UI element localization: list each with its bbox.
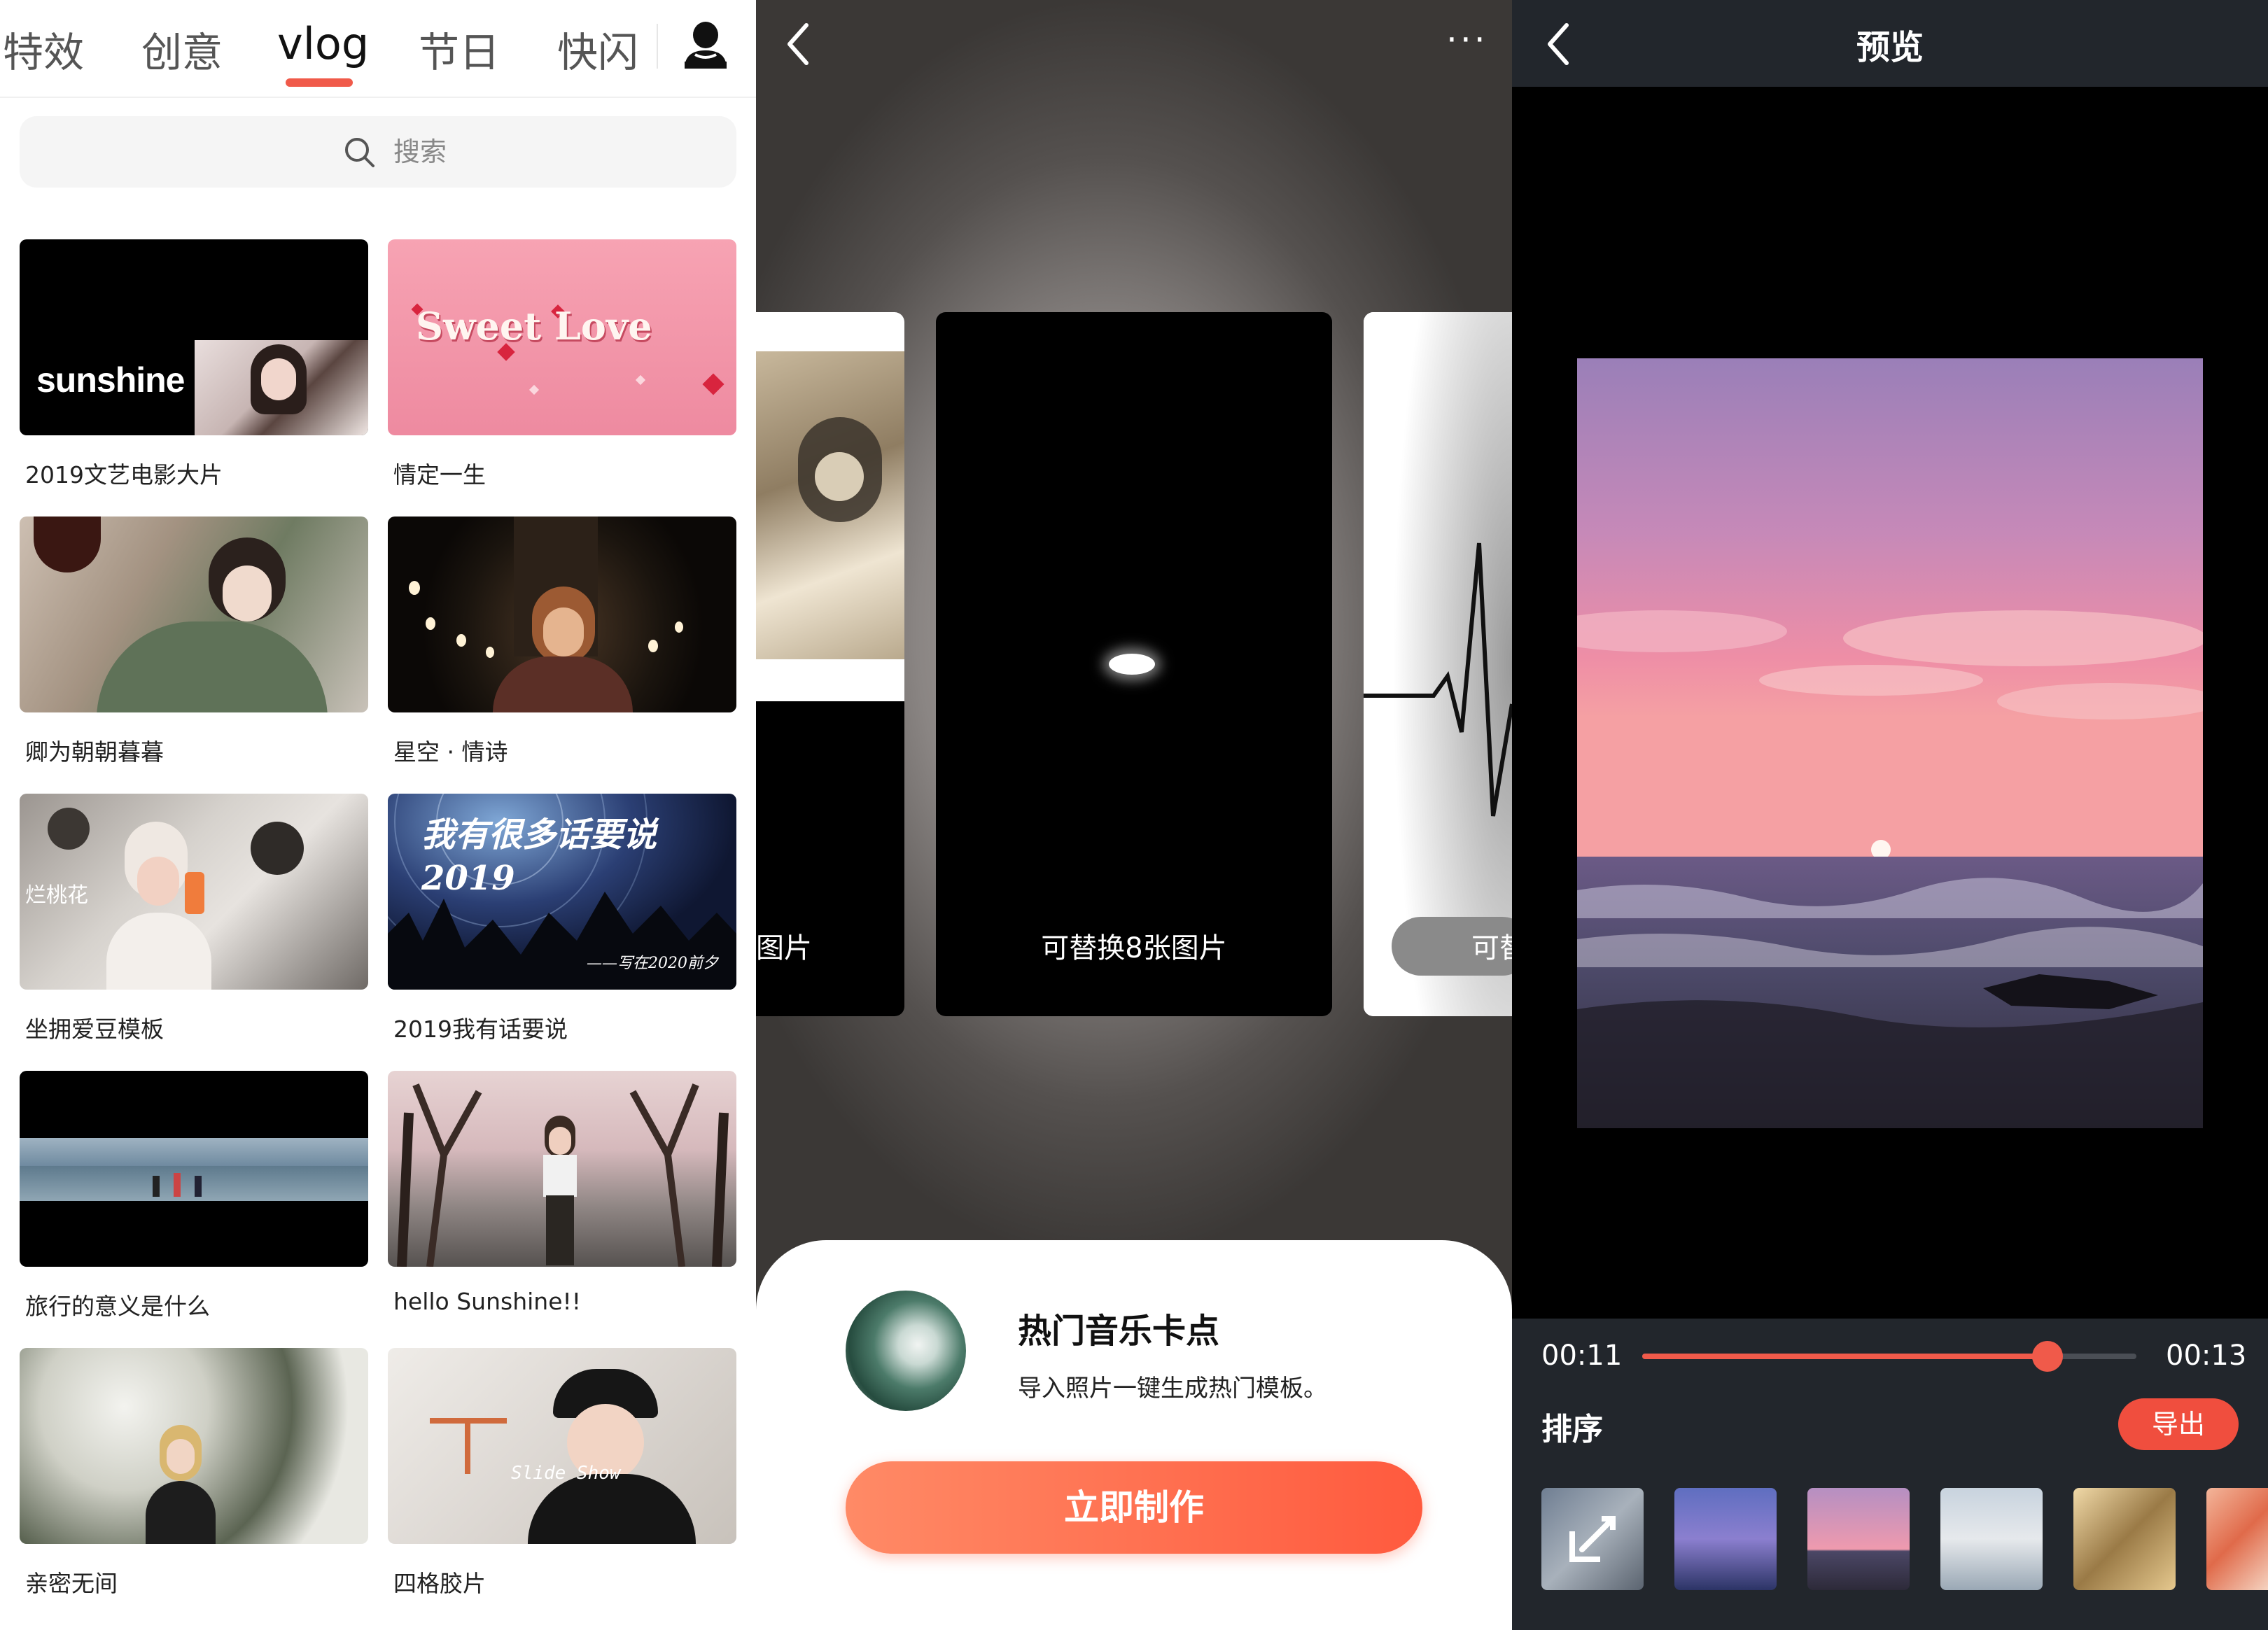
back-icon[interactable] xyxy=(781,20,816,69)
tab-vlog[interactable]: vlog xyxy=(277,18,369,69)
sunset-image xyxy=(1577,358,2203,1128)
slide-label: 图片 xyxy=(756,932,812,964)
template-title: 坐拥爱豆模板 xyxy=(25,1016,164,1043)
search-placeholder: 搜索 xyxy=(393,136,447,167)
template-title: 星空 · 情诗 xyxy=(393,738,508,766)
template-thumbnail: Sweet Love xyxy=(388,239,736,435)
active-tab-indicator xyxy=(286,78,353,87)
total-time: 00:13 xyxy=(2166,1340,2247,1372)
heartbeat-decor xyxy=(1364,312,1512,1016)
template-preview-current[interactable]: 可替换8张图片 xyxy=(936,312,1332,1016)
template-thumbnail: 烂桃花 xyxy=(20,794,368,990)
template-thumbnail xyxy=(20,1071,368,1267)
template-preview-prev[interactable]: 图片 xyxy=(756,312,904,1016)
template-name: 热门音乐卡点 xyxy=(1018,1312,1220,1351)
clip-thumbnail[interactable] xyxy=(1674,1488,1777,1590)
search-icon xyxy=(345,138,374,167)
clip-thumbnail[interactable] xyxy=(2206,1488,2268,1590)
category-tabs: 特效 创意 vlog 节日 快闪 xyxy=(0,0,756,98)
template-thumbnail xyxy=(388,517,736,712)
search-bar[interactable]: 搜索 xyxy=(20,116,736,188)
clip-thumbnail[interactable] xyxy=(1940,1488,2043,1590)
tab-creative[interactable]: 创意 xyxy=(141,20,223,78)
tab-flash[interactable]: 快闪 xyxy=(557,20,638,78)
more-options-button[interactable]: ··· xyxy=(1446,22,1488,57)
template-description: 导入照片一键生成热门模板。 xyxy=(1018,1375,1327,1403)
edit-icon xyxy=(1569,1516,1616,1562)
tab-holiday[interactable]: 节日 xyxy=(419,20,500,78)
template-title: 四格胶片 xyxy=(393,1570,486,1597)
thumbnail-overlay-text: Slide Show xyxy=(511,1463,621,1484)
music-cover xyxy=(846,1291,966,1411)
clip-thumbnail[interactable] xyxy=(2073,1488,2176,1590)
template-thumbnail: Slide Show xyxy=(388,1348,736,1544)
template-list-panel: 特效 创意 vlog 节日 快闪 搜索 sunshine 2019文艺电影大片 … xyxy=(0,0,756,1630)
progress-slider[interactable] xyxy=(1642,1341,2136,1372)
user-profile-button[interactable] xyxy=(678,18,734,74)
create-now-button[interactable]: 立即制作 xyxy=(846,1461,1422,1554)
light-dot xyxy=(1109,654,1155,675)
template-thumbnail xyxy=(20,517,368,712)
template-title: 旅行的意义是什么 xyxy=(25,1293,210,1320)
template-title: 2019我有话要说 xyxy=(393,1016,568,1043)
edit-clip-button[interactable] xyxy=(1541,1488,1644,1590)
thumbnail-overlay-text: sunshine xyxy=(36,360,185,400)
slide-label: 可替 xyxy=(1471,932,1512,964)
progress-handle[interactable] xyxy=(2031,1341,2063,1372)
thumbnail-overlay-text: Sweet Love xyxy=(416,304,652,349)
thumbnail-overlay-subtext: ——写在2020前夕 xyxy=(587,955,718,972)
template-detail-panel: ··· 图片 可替换8张图片 可替 热门音乐卡点 导入照片一键生成热门模板。 立… xyxy=(756,0,1512,1630)
video-preview[interactable] xyxy=(1577,358,2203,1128)
clip-thumbnail[interactable] xyxy=(1807,1488,1910,1590)
template-thumbnail: 我有很多话要说 2019 ——写在2020前夕 xyxy=(388,794,736,990)
tab-divider xyxy=(657,24,658,69)
bottom-sheet xyxy=(756,1240,1512,1630)
user-icon xyxy=(685,22,727,69)
template-thumbnail xyxy=(388,1071,736,1267)
template-title: 2019文艺电影大片 xyxy=(25,461,223,489)
template-thumbnail xyxy=(20,1348,368,1544)
preview-panel: 预览 00:11 00:13 排序 导出 xyxy=(1512,0,2268,1630)
template-title: hello Sunshine!! xyxy=(393,1288,581,1315)
template-title: 亲密无间 xyxy=(25,1570,118,1597)
sort-label: 排序 xyxy=(1541,1412,1603,1447)
template-thumbnail: sunshine xyxy=(20,239,368,435)
slide-label: 可替换8张图片 xyxy=(1041,932,1227,964)
current-time: 00:11 xyxy=(1541,1340,1623,1372)
thumbnail-overlay-text: 烂桃花 xyxy=(25,883,88,908)
template-title: 卿为朝朝暮暮 xyxy=(25,738,164,766)
export-button[interactable]: 导出 xyxy=(2118,1398,2239,1450)
progress-fill xyxy=(1642,1354,2047,1359)
template-preview-next[interactable]: 可替 xyxy=(1364,312,1512,1016)
tabs-divider xyxy=(0,97,756,98)
template-title: 情定一生 xyxy=(393,461,486,489)
tab-effects[interactable]: 特效 xyxy=(3,20,84,78)
page-title: 预览 xyxy=(1856,28,1924,67)
thumbnail-overlay-text: 我有很多话要说 2019 xyxy=(421,815,657,898)
